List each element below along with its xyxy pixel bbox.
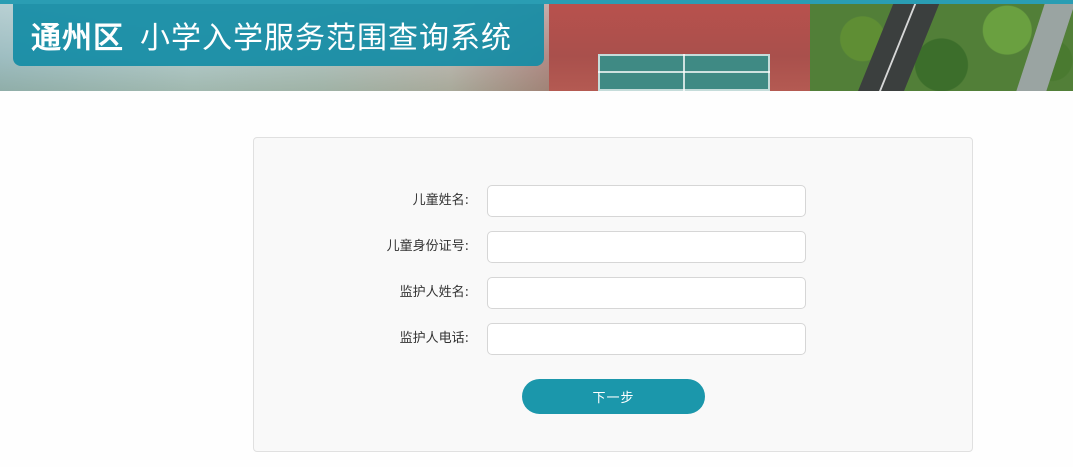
guardian-name-input[interactable] — [487, 277, 806, 309]
form-row-child-id: 儿童身份证号: — [254, 231, 974, 263]
guardian-phone-label: 监护人电话: — [399, 331, 469, 346]
child-id-input[interactable] — [487, 231, 806, 263]
guardian-name-label: 监护人姓名: — [399, 285, 469, 300]
child-id-label: 儿童身份证号: — [386, 239, 469, 254]
child-name-input[interactable] — [487, 185, 806, 217]
form-row-child-name: 儿童姓名: — [254, 185, 974, 217]
guardian-phone-input[interactable] — [487, 323, 806, 355]
district-name: 通州区 — [31, 21, 124, 56]
system-title: 小学入学服务范围查询系统 — [140, 21, 512, 56]
form-row-guardian-name: 监护人姓名: — [254, 277, 974, 309]
child-name-label: 儿童姓名: — [412, 193, 469, 208]
next-step-button[interactable]: 下一步 — [522, 379, 705, 414]
query-form-panel: 儿童姓名: 儿童身份证号: 监护人姓名: 监护人电话: 下一步 — [253, 137, 973, 452]
form-row-guardian-phone: 监护人电话: — [254, 323, 974, 355]
banner-court-net — [683, 54, 685, 91]
site-title: 通州区 小学入学服务范围查询系统 — [13, 4, 544, 66]
